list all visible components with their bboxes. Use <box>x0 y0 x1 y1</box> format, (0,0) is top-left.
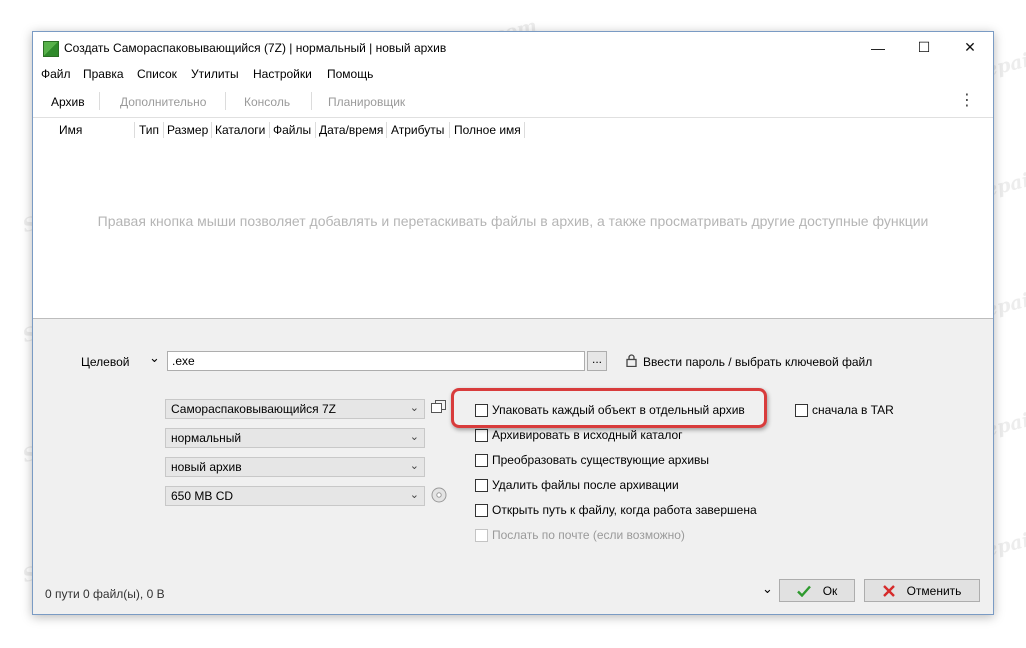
tab-advanced[interactable]: Дополнительно <box>120 95 206 109</box>
tab-archive[interactable]: Архив <box>51 95 85 109</box>
option-label: Открыть путь к файлу, когда работа завер… <box>492 503 757 517</box>
ok-label: Ок <box>822 583 838 598</box>
more-options-icon[interactable]: ⋮ <box>959 90 975 110</box>
checkbox[interactable] <box>475 503 488 517</box>
tab-bar: Архив Дополнительно Консоль Планировщик … <box>33 84 993 118</box>
menu-file[interactable]: Файл <box>41 67 71 81</box>
cross-icon <box>882 584 895 597</box>
lock-icon[interactable] <box>626 354 637 370</box>
chevron-down-icon[interactable]: ⌄ <box>762 581 773 597</box>
lock-icon <box>626 354 637 368</box>
option-convert-archives[interactable]: Преобразовать существующие архивы <box>475 453 709 467</box>
update-mode-value: новый архив <box>171 460 242 474</box>
empty-list-hint: Правая кнопка мыши позволяет добавлять и… <box>97 213 929 229</box>
status-text: 0 пути 0 файл(ы), 0 B <box>45 587 165 601</box>
chevron-down-icon: ⌄ <box>409 489 419 501</box>
format-select-value: Самораспаковывающийся 7Z <box>171 402 337 416</box>
column-name[interactable]: Имя <box>59 123 82 137</box>
option-tar-first[interactable]: сначала в TAR <box>795 403 894 417</box>
checkbox[interactable] <box>475 478 488 492</box>
ok-button[interactable]: Ок <box>779 579 855 602</box>
menu-help[interactable]: Помощь <box>327 67 373 81</box>
option-label: Послать по почте (если возможно) <box>492 528 685 542</box>
column-divider[interactable] <box>211 122 212 138</box>
split-size-select[interactable]: 650 MB CD ⌄ <box>165 486 425 506</box>
checkbox <box>475 528 488 542</box>
option-label: сначала в TAR <box>812 403 894 417</box>
tab-divider <box>311 92 312 110</box>
target-label: Целевой <box>81 355 130 369</box>
format-select[interactable]: Самораспаковывающийся 7Z ⌄ <box>165 399 425 419</box>
disc-icon <box>431 487 447 503</box>
column-type[interactable]: Тип <box>139 123 159 137</box>
column-folders[interactable]: Каталоги <box>215 123 265 137</box>
highlight-annotation <box>451 388 767 428</box>
app-icon <box>43 41 59 57</box>
menu-settings[interactable]: Настройки <box>253 67 312 81</box>
column-divider[interactable] <box>163 122 164 138</box>
password-link[interactable]: Ввести пароль / выбрать ключевой файл <box>643 355 872 369</box>
checkbox[interactable] <box>475 428 488 442</box>
chevron-down-icon: ⌄ <box>409 431 419 443</box>
title-bar[interactable]: Создать Самораспаковывающийся (7Z) | нор… <box>33 32 993 64</box>
column-datetime[interactable]: Дата/время <box>319 123 383 137</box>
chevron-down-icon: ⌄ <box>409 460 419 472</box>
format-options-icon <box>431 400 446 413</box>
column-fullname[interactable]: Полное имя <box>454 123 521 137</box>
column-divider[interactable] <box>315 122 316 138</box>
target-history-toggle[interactable]: ⌄ <box>149 350 160 366</box>
disc-icon[interactable] <box>431 487 447 506</box>
file-list[interactable]: Имя Тип Размер Каталоги Файлы Дата/время… <box>33 118 993 319</box>
column-divider[interactable] <box>269 122 270 138</box>
tab-console[interactable]: Консоль <box>244 95 290 109</box>
option-label: Удалить файлы после архивации <box>492 478 679 492</box>
menu-list[interactable]: Список <box>137 67 177 81</box>
close-button[interactable]: ✕ <box>947 32 993 63</box>
browse-button[interactable]: ... <box>587 351 607 371</box>
archive-dialog: Создать Самораспаковывающийся (7Z) | нор… <box>32 31 994 615</box>
option-label: Преобразовать существующие архивы <box>492 453 710 467</box>
minimize-button[interactable]: — <box>855 32 901 63</box>
target-path-input[interactable]: .exe <box>167 351 585 371</box>
split-size-value: 650 MB CD <box>171 489 234 503</box>
tab-scheduler[interactable]: Планировщик <box>328 95 405 109</box>
menu-edit[interactable]: Правка <box>83 67 124 81</box>
column-size[interactable]: Размер <box>167 123 208 137</box>
compression-level-select[interactable]: нормальный ⌄ <box>165 428 425 448</box>
format-options-icon[interactable] <box>431 400 447 417</box>
column-files[interactable]: Файлы <box>273 123 311 137</box>
column-divider[interactable] <box>524 122 525 138</box>
checkmark-icon <box>796 585 811 597</box>
cancel-button[interactable]: Отменить <box>864 579 980 602</box>
option-send-mail: Послать по почте (если возможно) <box>475 528 685 542</box>
compression-level-value: нормальный <box>171 431 242 445</box>
column-attributes[interactable]: Атрибуты <box>391 123 444 137</box>
option-archive-to-source[interactable]: Архивировать в исходный каталог <box>475 428 683 442</box>
column-divider[interactable] <box>134 122 135 138</box>
option-delete-after[interactable]: Удалить файлы после архивации <box>475 478 679 492</box>
option-label: Архивировать в исходный каталог <box>492 428 683 442</box>
window-title: Создать Самораспаковывающийся (7Z) | нор… <box>64 41 447 55</box>
chevron-down-icon: ⌄ <box>409 402 419 414</box>
cancel-label: Отменить <box>906 583 962 598</box>
maximize-button[interactable]: ☐ <box>901 32 947 63</box>
option-open-path[interactable]: Открыть путь к файлу, когда работа завер… <box>475 503 757 517</box>
checkbox[interactable] <box>795 403 808 417</box>
tab-divider <box>99 92 100 110</box>
checkbox[interactable] <box>475 453 488 467</box>
menu-bar: Файл Правка Список Утилиты Настройки Пом… <box>33 64 993 84</box>
column-divider[interactable] <box>449 122 450 138</box>
tab-divider <box>225 92 226 110</box>
update-mode-select[interactable]: новый архив ⌄ <box>165 457 425 477</box>
column-divider[interactable] <box>386 122 387 138</box>
menu-utilities[interactable]: Утилиты <box>191 67 239 81</box>
